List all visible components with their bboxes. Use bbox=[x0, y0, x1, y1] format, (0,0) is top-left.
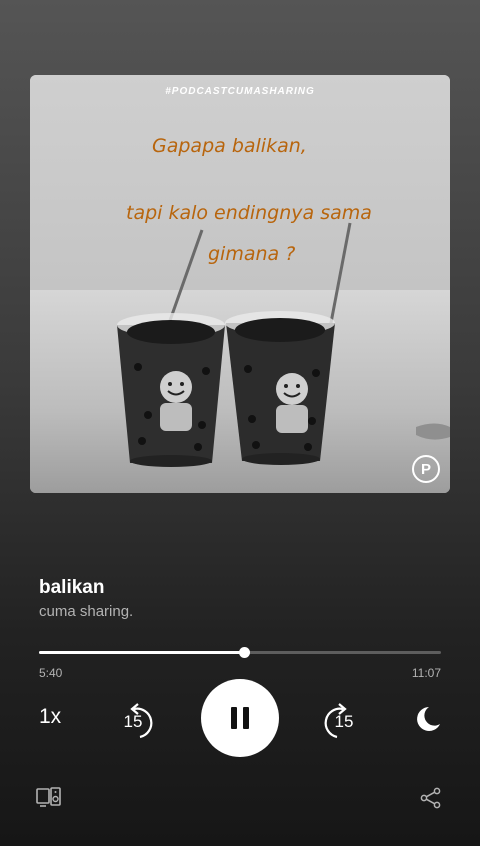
progress-bar[interactable] bbox=[39, 647, 441, 658]
progress-scrubber[interactable] bbox=[239, 647, 251, 658]
moon-icon bbox=[417, 707, 440, 731]
elapsed-time: 5:40 bbox=[39, 666, 63, 680]
show-name[interactable]: cuma sharing. bbox=[39, 603, 133, 620]
share-icon bbox=[420, 787, 441, 809]
podcast-artwork: #PODCASTCUMASHARING Gapapa balikan, tapi… bbox=[30, 75, 450, 493]
connect-devices-button[interactable] bbox=[36, 786, 62, 813]
share-button[interactable] bbox=[420, 787, 442, 814]
connect-devices-icon bbox=[36, 787, 61, 807]
playback-speed-button[interactable]: 1x bbox=[39, 705, 61, 729]
episode-title[interactable]: balikan bbox=[39, 577, 104, 599]
podcast-badge-icon: P bbox=[412, 455, 440, 483]
total-time: 11:07 bbox=[411, 666, 441, 680]
skip-back-seconds: 15 bbox=[123, 712, 143, 731]
artwork-caption-line: Gapapa balikan, bbox=[152, 135, 307, 157]
sleep-timer-button[interactable] bbox=[412, 704, 442, 739]
skip-forward-button[interactable]: 15 bbox=[315, 697, 359, 741]
skip-back-button[interactable]: 15 bbox=[118, 697, 162, 741]
pause-button[interactable] bbox=[201, 679, 279, 757]
pause-icon bbox=[231, 707, 237, 729]
artwork-hashtag: #PODCASTCUMASHARING bbox=[165, 86, 315, 97]
artwork-caption-line: tapi kalo endingnya sama bbox=[126, 202, 372, 224]
progress-fill bbox=[39, 651, 245, 654]
pause-icon bbox=[243, 707, 249, 729]
skip-forward-seconds: 15 bbox=[334, 712, 354, 731]
artwork-caption-line: gimana ? bbox=[208, 243, 296, 265]
